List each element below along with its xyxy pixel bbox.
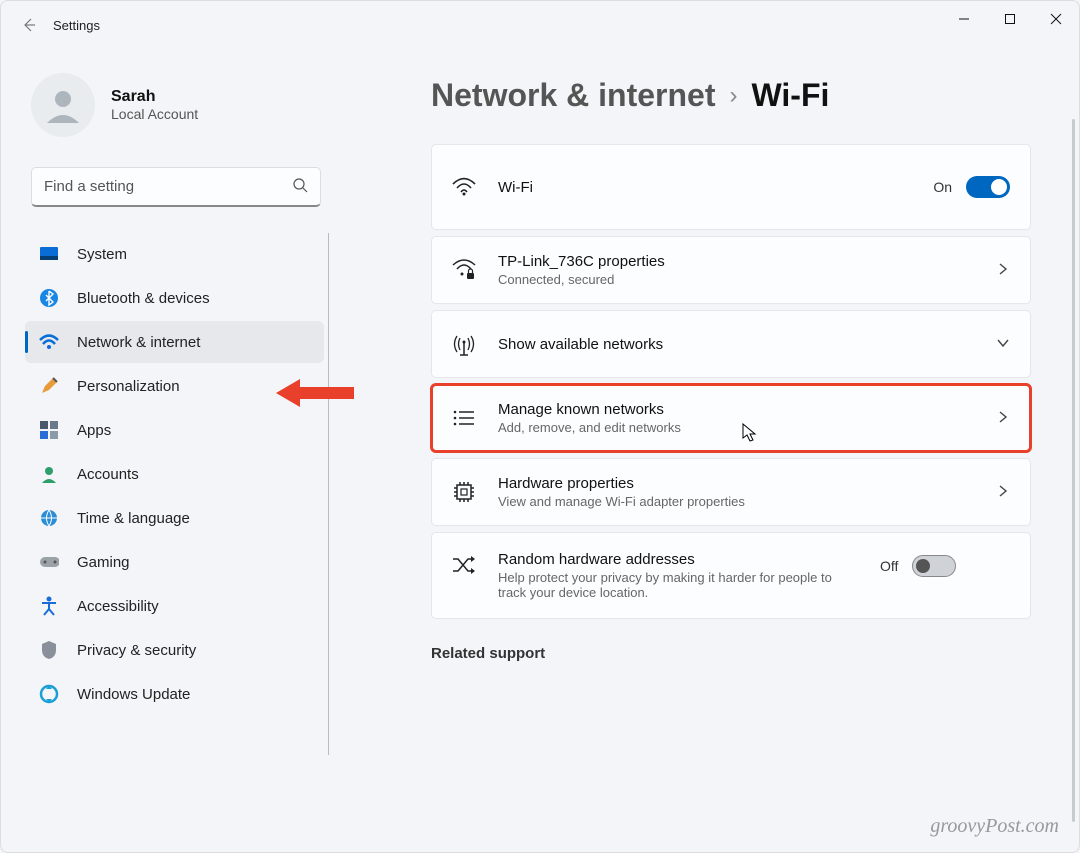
nav-label: Personalization xyxy=(77,378,180,395)
chevron-down-icon xyxy=(996,336,1010,353)
related-support-heading: Related support xyxy=(431,645,1071,662)
minimize-button[interactable] xyxy=(941,1,987,37)
search-icon xyxy=(292,177,308,197)
nav-item-apps[interactable]: Apps xyxy=(25,409,324,451)
nav-label: Network & internet xyxy=(77,334,200,351)
bluetooth-icon xyxy=(39,288,59,308)
card-random-addresses[interactable]: Random hardware addresses Help protect y… xyxy=(431,532,1031,619)
card-title: Wi-Fi xyxy=(498,179,911,196)
card-subtitle: Help protect your privacy by making it h… xyxy=(498,570,858,600)
nav-item-update[interactable]: Windows Update xyxy=(25,673,324,715)
nav-item-personalization[interactable]: Personalization xyxy=(25,365,324,407)
nav-item-gaming[interactable]: Gaming xyxy=(25,541,324,583)
nav-label: Time & language xyxy=(77,510,190,527)
nav-label: Gaming xyxy=(77,554,130,571)
system-icon xyxy=(39,244,59,264)
breadcrumb: Network & internet › Wi-Fi xyxy=(431,77,1071,114)
nav-item-system[interactable]: System xyxy=(25,233,324,275)
sidebar: Sarah Local Account Find a setting Syste… xyxy=(1,49,341,852)
breadcrumb-parent[interactable]: Network & internet xyxy=(431,77,715,114)
shuffle-icon xyxy=(452,555,476,575)
card-network-properties[interactable]: TP-Link_736C properties Connected, secur… xyxy=(431,236,1031,304)
avatar-icon xyxy=(31,73,95,137)
account-header[interactable]: Sarah Local Account xyxy=(25,73,329,137)
card-title: Manage known networks xyxy=(498,401,974,418)
card-title: Hardware properties xyxy=(498,475,974,492)
shield-icon xyxy=(39,640,59,660)
card-wifi-toggle[interactable]: Wi-Fi On xyxy=(431,144,1031,230)
window-title: Settings xyxy=(49,18,100,33)
nav-label: Accessibility xyxy=(77,598,159,615)
nav-label: Privacy & security xyxy=(77,642,196,659)
nav-label: Accounts xyxy=(77,466,139,483)
watermark: groovyPost.com xyxy=(930,815,1059,838)
titlebar: Settings xyxy=(1,1,1079,49)
card-known-networks[interactable]: Manage known networks Add, remove, and e… xyxy=(431,384,1031,452)
maximize-button[interactable] xyxy=(987,1,1033,37)
toggle-label: On xyxy=(933,179,952,195)
nav-item-time[interactable]: Time & language xyxy=(25,497,324,539)
nav-label: Apps xyxy=(77,422,111,439)
close-button[interactable] xyxy=(1033,1,1079,37)
card-hardware-properties[interactable]: Hardware properties View and manage Wi-F… xyxy=(431,458,1031,526)
antenna-icon xyxy=(452,332,476,356)
chip-icon xyxy=(452,480,476,504)
wifi-icon xyxy=(39,332,59,352)
card-subtitle: Connected, secured xyxy=(498,272,974,287)
card-title: Random hardware addresses xyxy=(498,551,858,568)
apps-icon xyxy=(39,420,59,440)
person-icon xyxy=(39,464,59,484)
nav-item-accessibility[interactable]: Accessibility xyxy=(25,585,324,627)
random-addresses-toggle[interactable] xyxy=(912,555,956,577)
nav-item-accounts[interactable]: Accounts xyxy=(25,453,324,495)
nav-label: System xyxy=(77,246,127,263)
wifi-lock-icon xyxy=(452,259,476,281)
card-subtitle: Add, remove, and edit networks xyxy=(498,420,974,435)
card-available-networks[interactable]: Show available networks xyxy=(431,310,1031,378)
chevron-right-icon xyxy=(996,262,1010,279)
account-name: Sarah xyxy=(111,88,198,106)
nav-item-privacy[interactable]: Privacy & security xyxy=(25,629,324,671)
wifi-icon xyxy=(452,177,476,197)
card-title: TP-Link_736C properties xyxy=(498,253,974,270)
paintbrush-icon xyxy=(39,376,59,396)
nav-label: Bluetooth & devices xyxy=(77,290,210,307)
search-placeholder: Find a setting xyxy=(44,178,134,195)
window-controls xyxy=(941,1,1079,37)
chevron-right-icon xyxy=(996,484,1010,501)
search-input[interactable]: Find a setting xyxy=(31,167,321,207)
main-content: Network & internet › Wi-Fi Wi-Fi On xyxy=(341,49,1079,852)
gamepad-icon xyxy=(39,552,59,572)
chevron-right-icon: › xyxy=(729,82,737,110)
nav-item-network[interactable]: Network & internet xyxy=(25,321,324,363)
back-button[interactable] xyxy=(9,5,49,45)
accessibility-icon xyxy=(39,596,59,616)
card-subtitle: View and manage Wi-Fi adapter properties xyxy=(498,494,974,509)
nav-label: Windows Update xyxy=(77,686,190,703)
nav-item-bluetooth[interactable]: Bluetooth & devices xyxy=(25,277,324,319)
nav: System Bluetooth & devices Network & int… xyxy=(25,233,329,755)
update-icon xyxy=(39,684,59,704)
toggle-label: Off xyxy=(880,558,898,574)
globe-clock-icon xyxy=(39,508,59,528)
wifi-toggle[interactable] xyxy=(966,176,1010,198)
page-title: Wi-Fi xyxy=(751,77,829,114)
card-title: Show available networks xyxy=(498,336,974,353)
list-icon xyxy=(452,409,476,427)
account-type: Local Account xyxy=(111,106,198,122)
chevron-right-icon xyxy=(996,410,1010,427)
scrollbar[interactable] xyxy=(1072,119,1075,822)
